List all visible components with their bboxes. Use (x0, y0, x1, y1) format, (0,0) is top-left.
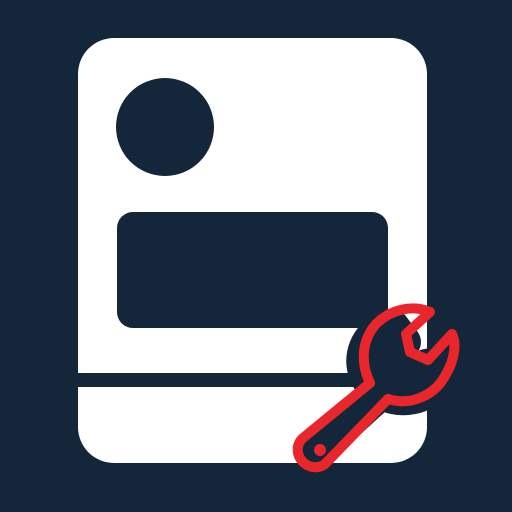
appliance-knob-icon (116, 78, 214, 176)
appliance-repair-icon (0, 0, 512, 512)
appliance-window (117, 212, 388, 328)
wrench-hole (314, 444, 326, 456)
appliance-repair-icon-graphic (0, 0, 512, 512)
